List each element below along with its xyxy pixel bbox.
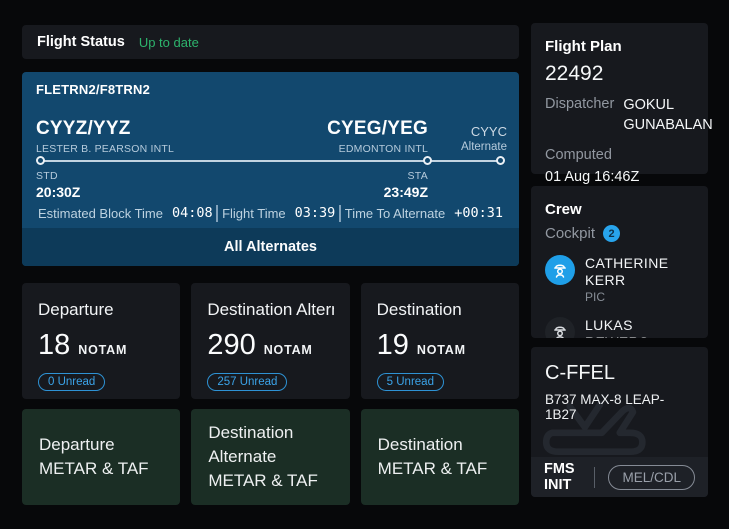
- stat-flight-time-label: Flight Time: [222, 206, 286, 221]
- std-value: 20:30Z: [36, 184, 80, 200]
- crew-member-row[interactable]: LUKAS REWERS-KUSIAK FO: [545, 317, 694, 338]
- flight-numbers: FLETRN2/F8TRN2: [22, 72, 519, 100]
- dispatcher-label: Dispatcher: [545, 96, 614, 135]
- flight-stats-row: Estimated Block Time 04:08 Flight Time 0…: [22, 198, 519, 228]
- crew-member-role: PIC: [585, 290, 694, 304]
- aircraft-type: B737 MAX-8 LEAP-1B27: [545, 392, 694, 422]
- departure-code: CYYZ/YYZ: [36, 118, 174, 140]
- flight-plan-number: 22492: [545, 62, 694, 86]
- sta-label: STA: [384, 170, 428, 182]
- notam-card-title: Destination Alternate: [207, 300, 333, 320]
- std-label: STD: [36, 170, 80, 182]
- flight-status-value: Up to date: [139, 35, 199, 50]
- unread-badge: 257 Unread: [207, 373, 287, 391]
- notam-unit-label: NOTAM: [264, 343, 313, 357]
- main-content: Flight Status Up to date FLETRN2/F8TRN2 …: [22, 25, 519, 505]
- notam-card-title: Departure: [38, 300, 164, 320]
- flight-plan-panel: Flight Plan 22492 Dispatcher GOKUL GUNAB…: [531, 23, 708, 174]
- stat-flight-time: Flight Time 03:39: [222, 205, 335, 221]
- crew-panel: Crew Cockpit 2 CATHERINE KERR PIC: [531, 186, 708, 338]
- destination-name: EDMONTON INTL: [327, 143, 428, 155]
- stat-block-time-label: Estimated Block Time: [38, 206, 163, 221]
- unread-badge: 0 Unread: [38, 373, 105, 391]
- notam-count-row: 19 NOTAM: [377, 329, 503, 362]
- destination-notam-card[interactable]: Destination 19 NOTAM 5 Unread: [361, 283, 519, 399]
- notam-card-title: Destination: [377, 300, 503, 320]
- departure-dot-icon: [36, 156, 45, 165]
- route-section: CYYZ/YYZ LESTER B. PEARSON INTL CYEG/YEG…: [22, 100, 519, 198]
- flight-summary-card: FLETRN2/F8TRN2 CYYZ/YYZ LESTER B. PEARSO…: [22, 72, 519, 266]
- notam-unit-label: NOTAM: [417, 343, 466, 357]
- stat-block-time-value: 04:08: [172, 205, 213, 221]
- cockpit-group: Cockpit 2: [545, 225, 694, 242]
- destination-metar-card[interactable]: Destination METAR & TAF: [361, 409, 519, 505]
- aircraft-panel: C-FFEL B737 MAX-8 LEAP-1B27 FMS INIT MEL…: [531, 347, 708, 497]
- stats-divider: [216, 205, 218, 222]
- departure-notam-card[interactable]: Departure 18 NOTAM 0 Unread: [22, 283, 180, 399]
- pilot-avatar-icon: [545, 255, 575, 285]
- destination-code: CYEG/YEG: [327, 118, 428, 140]
- stat-block-time: Estimated Block Time 04:08: [38, 205, 213, 221]
- stat-time-to-alternate: Time To Alternate +00:31: [345, 205, 503, 221]
- notam-cards-row: Departure 18 NOTAM 0 Unread Destination …: [22, 283, 519, 399]
- dispatcher-name: GOKUL GUNABALAN: [623, 96, 712, 135]
- aircraft-registration: C-FFEL: [545, 362, 694, 385]
- pilot-avatar-icon: [545, 317, 575, 338]
- stat-time-to-alternate-label: Time To Alternate: [345, 206, 445, 221]
- cockpit-count-badge: 2: [603, 225, 620, 242]
- alternate-code: CYYC: [461, 124, 507, 139]
- alternate-airport: CYYC Alternate: [461, 124, 507, 153]
- metar-card-title: Departure METAR & TAF: [39, 433, 163, 481]
- sidebar: Flight Plan 22492 Dispatcher GOKUL GUNAB…: [531, 23, 708, 497]
- destination-alternate-metar-card[interactable]: Destination Alternate METAR & TAF: [191, 409, 349, 505]
- std-time: STD 20:30Z: [36, 170, 80, 200]
- fms-init-button[interactable]: FMS INIT: [544, 461, 581, 493]
- crew-member-name: LUKAS REWERS-KUSIAK: [585, 317, 694, 338]
- crew-title: Crew: [545, 201, 694, 218]
- metar-card-title: Destination Alternate METAR & TAF: [208, 421, 332, 493]
- cockpit-label: Cockpit: [545, 225, 595, 242]
- footer-divider: [594, 467, 595, 488]
- computed-time: 01 Aug 16:46Z: [545, 169, 694, 185]
- flight-plan-title: Flight Plan: [545, 38, 694, 55]
- crew-member-name: CATHERINE KERR: [585, 255, 694, 288]
- aircraft-info: C-FFEL B737 MAX-8 LEAP-1B27: [531, 347, 708, 437]
- sta-value: 23:49Z: [384, 184, 428, 200]
- notam-unit-label: NOTAM: [78, 343, 127, 357]
- notam-count: 18: [38, 329, 70, 362]
- notam-count-row: 290 NOTAM: [207, 329, 333, 362]
- dispatcher-row: Dispatcher GOKUL GUNABALAN: [545, 96, 694, 135]
- mel-cdl-button[interactable]: MEL/CDL: [608, 465, 695, 490]
- flight-status-title: Flight Status: [37, 34, 125, 50]
- notam-count-row: 18 NOTAM: [38, 329, 164, 362]
- destination-airport: CYEG/YEG EDMONTON INTL: [327, 118, 428, 155]
- notam-count: 19: [377, 329, 409, 362]
- crew-member-info: LUKAS REWERS-KUSIAK FO: [585, 317, 694, 338]
- flight-status-bar: Flight Status Up to date: [22, 25, 519, 59]
- all-alternates-button[interactable]: All Alternates: [22, 228, 519, 266]
- departure-name: LESTER B. PEARSON INTL: [36, 143, 174, 155]
- notam-count: 290: [207, 329, 255, 362]
- alternate-label: Alternate: [461, 141, 507, 153]
- stat-time-to-alternate-value: +00:31: [454, 205, 503, 221]
- alternate-dot-icon: [496, 156, 505, 165]
- crew-member-info: CATHERINE KERR PIC: [585, 255, 694, 304]
- aircraft-footer-bar: FMS INIT MEL/CDL: [531, 457, 708, 497]
- destination-alternate-notam-card[interactable]: Destination Alternate 290 NOTAM 257 Unre…: [191, 283, 349, 399]
- metar-card-title: Destination METAR & TAF: [378, 433, 502, 481]
- unread-badge: 5 Unread: [377, 373, 444, 391]
- metar-cards-row: Departure METAR & TAF Destination Altern…: [22, 409, 519, 505]
- destination-dot-icon: [423, 156, 432, 165]
- sta-time: STA 23:49Z: [384, 170, 428, 200]
- computed-label: Computed: [545, 147, 694, 163]
- stats-divider: [339, 205, 341, 222]
- crew-member-row[interactable]: CATHERINE KERR PIC: [545, 255, 694, 304]
- stat-flight-time-value: 03:39: [295, 205, 336, 221]
- route-timeline: [36, 156, 505, 165]
- departure-metar-card[interactable]: Departure METAR & TAF: [22, 409, 180, 505]
- departure-airport: CYYZ/YYZ LESTER B. PEARSON INTL: [36, 118, 174, 155]
